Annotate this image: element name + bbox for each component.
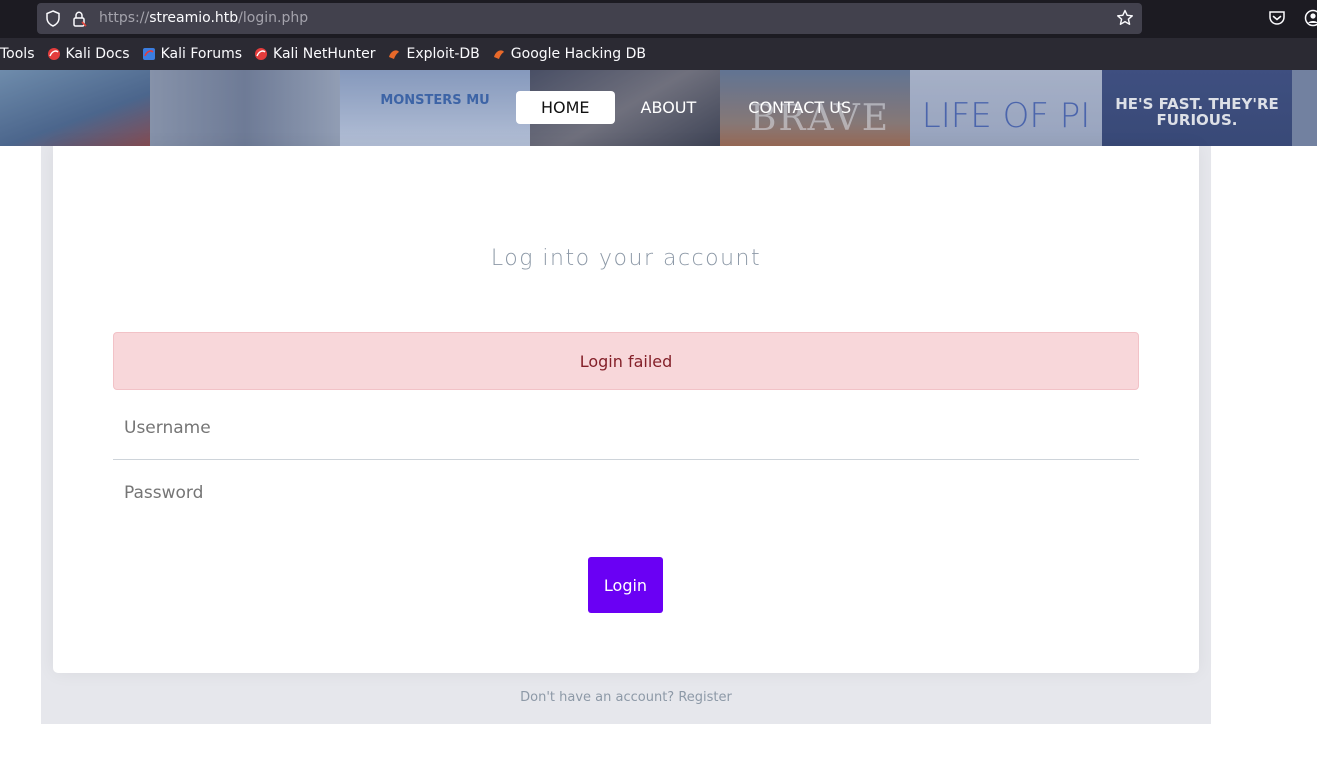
- account-icon[interactable]: [1304, 9, 1317, 27]
- bookmark-label: Google Hacking DB: [510, 46, 646, 62]
- main-nav: HOME ABOUT CONTACT US: [516, 91, 877, 124]
- login-error-alert: Login failed: [113, 332, 1139, 390]
- bookmark-label: Exploit-DB: [406, 46, 480, 62]
- nav-home[interactable]: HOME: [516, 91, 615, 124]
- bookmark-label: Kali NetHunter: [273, 46, 376, 62]
- url-scheme: https://: [99, 10, 150, 26]
- bookmark-kali-docs[interactable]: Kali Docs: [47, 46, 130, 62]
- bookmark-label: Kali Forums: [160, 46, 243, 62]
- username-field[interactable]: [113, 396, 1139, 460]
- bookmark-kali-nethunter[interactable]: Kali NetHunter: [254, 46, 375, 62]
- register-text: Don't have an account?: [520, 690, 675, 705]
- exploit-db-icon: [389, 50, 400, 59]
- bookmark-exploit-db[interactable]: Exploit-DB: [387, 46, 480, 62]
- pocket-icon[interactable]: [1268, 9, 1286, 27]
- kali-icon: [255, 48, 268, 60]
- bookmark-label: Tools: [0, 46, 35, 62]
- login-button[interactable]: Login: [588, 557, 663, 613]
- address-bar[interactable]: https://streamio.htb/login.php: [37, 3, 1142, 34]
- kali-icon: [47, 48, 60, 60]
- shield-icon[interactable]: [45, 10, 61, 27]
- nav-about[interactable]: ABOUT: [615, 91, 723, 124]
- exploit-db-icon: [493, 50, 504, 59]
- bookmark-kali-forums[interactable]: Kali Forums: [142, 46, 242, 62]
- url-host: streamio.htb: [149, 10, 239, 26]
- register-prompt: Don't have an account? Register: [41, 690, 1211, 705]
- nav-contact-us[interactable]: CONTACT US: [722, 91, 877, 124]
- url-text[interactable]: https://streamio.htb/login.php: [99, 10, 308, 26]
- page-title: Log into your account: [490, 246, 762, 271]
- browser-toolbar: https://streamio.htb/login.php: [0, 0, 1317, 38]
- register-link[interactable]: Register: [678, 690, 732, 705]
- password-field[interactable]: [113, 464, 1139, 522]
- bookmarks-bar: Tools Kali Docs Kali Forums Kali NetHunt…: [0, 38, 1317, 70]
- bookmark-tools[interactable]: Tools: [0, 46, 35, 62]
- bookmark-google-hacking-db[interactable]: Google Hacking DB: [492, 46, 646, 62]
- bookmark-star-icon[interactable]: [1116, 9, 1134, 27]
- bookmark-label: Kali Docs: [65, 46, 130, 62]
- lock-icon[interactable]: [71, 10, 87, 27]
- kali-forums-icon: [142, 48, 155, 60]
- url-path: /login.php: [238, 10, 309, 26]
